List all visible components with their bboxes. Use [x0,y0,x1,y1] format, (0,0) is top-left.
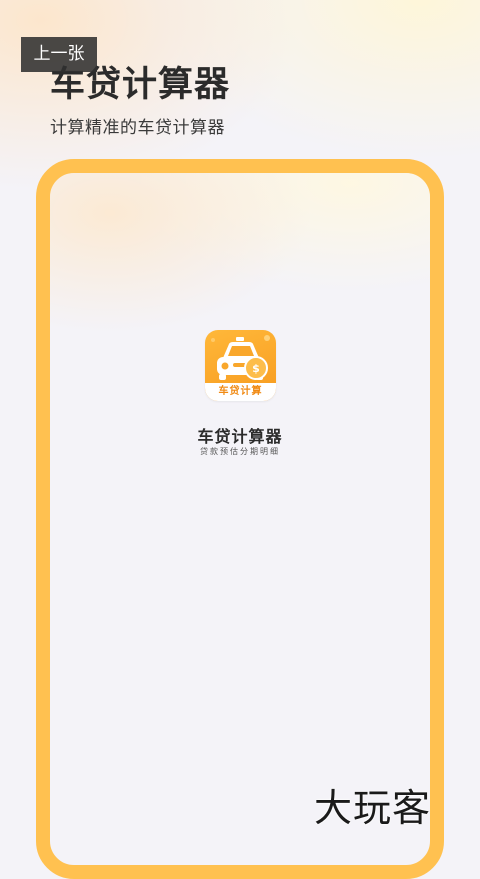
app-icon-label: 车贷计算 [205,383,276,401]
app-icon: $ 车贷计算 [205,330,276,401]
watermark: 大玩客 [314,786,432,830]
svg-text:$: $ [252,362,260,375]
phone-frame: $ 车贷计算 车贷计算器 贷款预估分期明细 [36,159,444,879]
hero-subtitle: 计算精准的车贷计算器 [50,118,225,138]
prev-image-button[interactable]: 上一张 [21,37,97,72]
app-tagline: 贷款预估分期明细 [200,447,280,456]
app-name: 车贷计算器 [197,427,283,446]
